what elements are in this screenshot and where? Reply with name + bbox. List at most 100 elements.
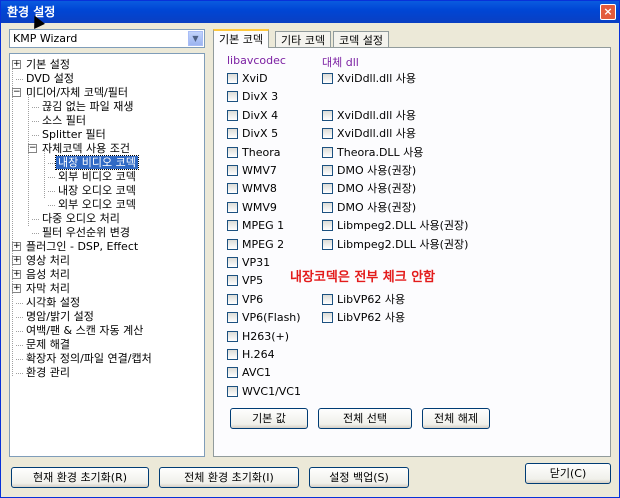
tree-item[interactable]: 음성 처리 (24, 268, 72, 282)
checkbox-icon[interactable] (227, 275, 238, 286)
alt-dll-checkbox[interactable]: LibVP62 사용 (322, 311, 405, 325)
tree-item[interactable]: 외부 비디오 코덱 (56, 170, 138, 184)
alt-dll-checkbox[interactable]: Theora.DLL 사용 (322, 146, 423, 160)
alt-dll-checkbox[interactable]: XviDdll.dll 사용 (322, 127, 416, 141)
close-icon[interactable]: × (600, 4, 616, 20)
codec-checkbox[interactable]: WMV7 (227, 164, 277, 178)
codec-checkbox[interactable]: DivX 3 (227, 90, 278, 104)
alt-dll-checkbox[interactable]: LibVP62 사용 (322, 293, 405, 307)
codec-checkbox[interactable]: H263(+) (227, 330, 289, 344)
backup-button[interactable]: 설정 백업(S) (309, 467, 409, 488)
tree-item[interactable]: 문제 해결 (24, 338, 72, 352)
expand-icon[interactable]: + (12, 242, 21, 251)
alt-dll-checkbox[interactable]: Libmpeg2.DLL 사용(권장) (322, 238, 468, 252)
tree-item[interactable]: 플러그인 - DSP, Effect (24, 240, 140, 254)
checkbox-icon[interactable] (322, 294, 333, 305)
codec-checkbox[interactable]: VP31 (227, 256, 270, 270)
checkbox-icon[interactable] (322, 110, 333, 121)
codec-checkbox[interactable]: Theora (227, 146, 280, 160)
checkbox-icon[interactable] (227, 128, 238, 139)
tree-item[interactable]: DVD 설정 (24, 72, 76, 86)
checkbox-icon[interactable] (322, 128, 333, 139)
codec-checkbox[interactable]: DivX 5 (227, 127, 278, 141)
checkbox-icon[interactable] (227, 110, 238, 121)
codec-checkbox[interactable]: WVC1/VC1 (227, 385, 301, 399)
checkbox-icon[interactable] (322, 220, 333, 231)
select-all-button[interactable]: 전체 선택 (318, 408, 412, 429)
reset-all-button[interactable]: 전체 환경 초기화(I) (159, 467, 299, 488)
tree-item[interactable]: 시각화 설정 (24, 296, 82, 310)
alt-dll-checkbox[interactable]: XviDdll.dll 사용 (322, 109, 416, 123)
alt-dll-checkbox[interactable]: XviDdll.dll 사용 (322, 72, 416, 86)
tree-item[interactable]: 외부 오디오 코덱 (56, 198, 138, 212)
checkbox-icon[interactable] (322, 73, 333, 84)
alt-dll-checkbox[interactable]: DMO 사용(권장) (322, 201, 416, 215)
checkbox-icon[interactable] (322, 183, 333, 194)
checkbox-icon[interactable] (227, 312, 238, 323)
tree-item[interactable]: 내장 비디오 코덱 (55, 155, 139, 170)
checkbox-icon[interactable] (227, 349, 238, 360)
profile-combo[interactable]: KMP Wizard ▼ (9, 29, 205, 48)
checkbox-icon[interactable] (322, 147, 333, 158)
tree-item[interactable]: Splitter 필터 (40, 128, 108, 142)
expand-icon[interactable]: + (12, 256, 21, 265)
expand-icon[interactable]: + (12, 60, 21, 69)
checkbox-icon[interactable] (227, 165, 238, 176)
checkbox-icon[interactable] (227, 257, 238, 268)
checkbox-icon[interactable] (227, 220, 238, 231)
codec-checkbox[interactable]: VP6(Flash) (227, 311, 301, 325)
codec-checkbox[interactable]: MPEG 1 (227, 219, 284, 233)
alt-dll-checkbox[interactable]: DMO 사용(권장) (322, 164, 416, 178)
reset-current-button[interactable]: 현재 환경 초기화(R) (11, 467, 149, 488)
codec-checkbox[interactable]: H.264 (227, 348, 275, 362)
deselect-all-button[interactable]: 전체 해제 (422, 408, 490, 429)
expand-icon[interactable]: + (12, 284, 21, 293)
checkbox-icon[interactable] (322, 165, 333, 176)
alt-dll-checkbox[interactable]: Libmpeg2.DLL 사용(권장) (322, 219, 468, 233)
tree-item[interactable]: 자체코덱 사용 조건 (40, 142, 132, 156)
tree-item[interactable]: 확장자 정의/파일 연결/캡처 (24, 352, 154, 366)
checkbox-icon[interactable] (227, 91, 238, 102)
settings-tree[interactable]: + 기본 설정 DVD 설정 − 미디어/자체 코덱/필터 끊김 없는 파일 재생 소스 필… (9, 53, 205, 457)
codec-checkbox[interactable]: VP5 (227, 274, 263, 288)
tree-item[interactable]: 내장 오디오 코덱 (56, 184, 138, 198)
codec-checkbox[interactable]: XviD (227, 72, 268, 86)
tree-item[interactable]: 자막 처리 (24, 282, 72, 296)
tree-item[interactable]: 끊김 없는 파일 재생 (40, 100, 135, 114)
checkbox-icon[interactable] (227, 202, 238, 213)
checkbox-icon[interactable] (322, 312, 333, 323)
close-button[interactable]: 닫기(C) (525, 463, 611, 484)
checkbox-icon[interactable] (227, 73, 238, 84)
tree-item[interactable]: 환경 관리 (24, 366, 72, 380)
tree-item[interactable]: 다중 오디오 처리 (40, 212, 122, 226)
title-bar[interactable]: 환경 설정 × (1, 1, 619, 23)
codec-checkbox[interactable]: DivX 4 (227, 109, 278, 123)
expand-icon[interactable]: + (12, 270, 21, 279)
checkbox-icon[interactable] (227, 239, 238, 250)
checkbox-icon[interactable] (227, 386, 238, 397)
tree-item[interactable]: 미디어/자체 코덱/필터 (24, 86, 130, 100)
tree-item[interactable]: 영상 처리 (24, 254, 72, 268)
tab-basic-codec[interactable]: 기본 코덱 (213, 29, 269, 48)
codec-checkbox[interactable]: MPEG 2 (227, 238, 284, 252)
tree-item[interactable]: 소스 필터 (40, 114, 88, 128)
checkbox-icon[interactable] (227, 331, 238, 342)
chevron-down-icon[interactable]: ▼ (188, 31, 203, 46)
codec-checkbox[interactable]: AVC1 (227, 366, 271, 380)
tab-codec-settings[interactable]: 코덱 설정 (333, 31, 389, 48)
tree-item[interactable]: 명암/밝기 설정 (24, 310, 96, 324)
collapse-icon[interactable]: − (12, 88, 21, 97)
tree-item[interactable]: 기본 설정 (24, 58, 72, 72)
checkbox-icon[interactable] (322, 239, 333, 250)
tree-item[interactable]: 여백/팬 & 스캔 자동 계산 (24, 324, 145, 338)
codec-checkbox[interactable]: WMV9 (227, 201, 277, 215)
collapse-icon[interactable]: − (28, 144, 37, 153)
codec-checkbox[interactable]: VP6 (227, 293, 263, 307)
checkbox-icon[interactable] (227, 367, 238, 378)
tab-other-codec[interactable]: 기타 코덱 (275, 31, 331, 48)
defaults-button[interactable]: 기본 값 (230, 408, 308, 429)
codec-checkbox[interactable]: WMV8 (227, 182, 277, 196)
checkbox-icon[interactable] (227, 183, 238, 194)
alt-dll-checkbox[interactable]: DMO 사용(권장) (322, 182, 416, 196)
tree-item[interactable]: 필터 우선순위 변경 (40, 226, 132, 240)
